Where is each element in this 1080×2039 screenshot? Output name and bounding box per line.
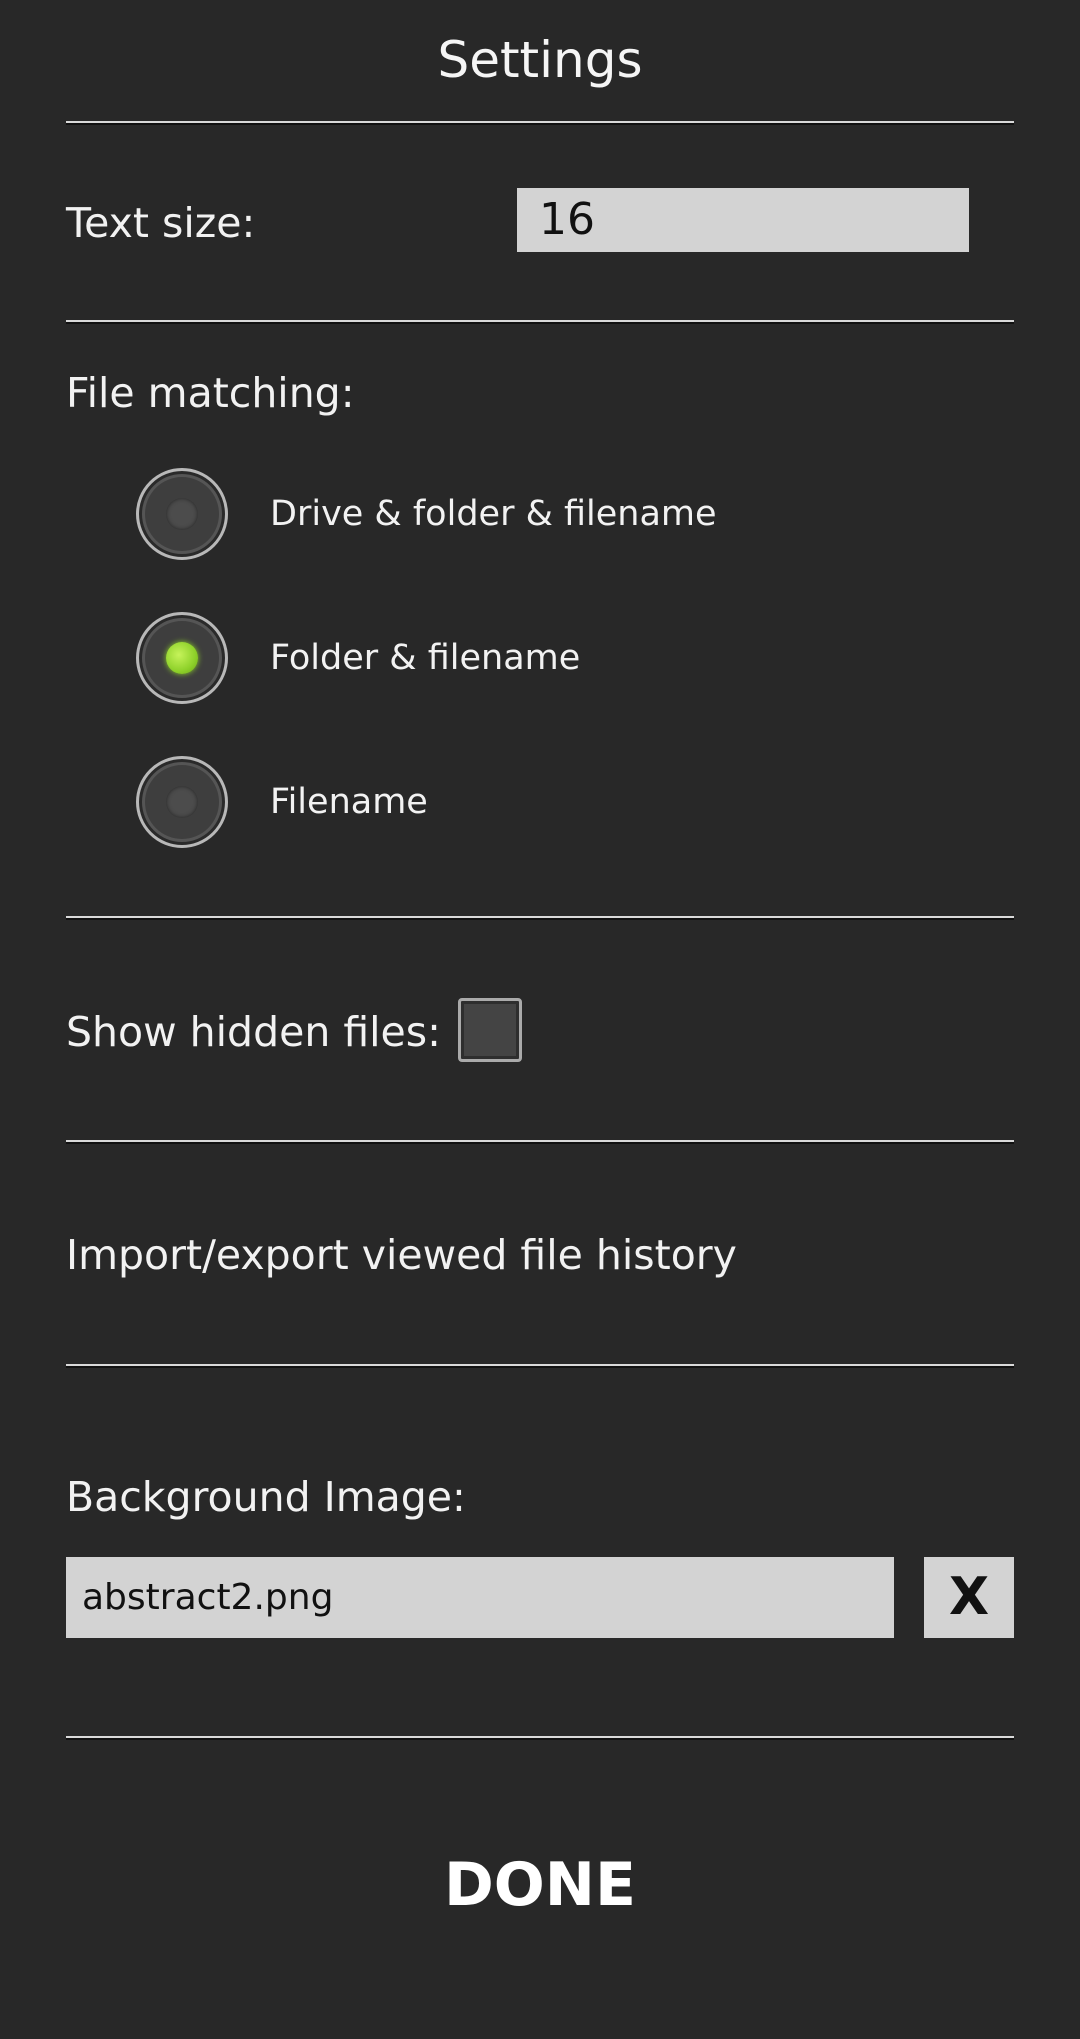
radio-option-label: Folder & filename — [270, 638, 581, 678]
text-size-input[interactable] — [517, 188, 969, 252]
text-size-label: Text size: — [66, 199, 256, 247]
background-image-label: Background Image: — [66, 1473, 466, 1521]
page-title: Settings — [437, 31, 643, 89]
radio-option-filename[interactable]: Filename — [136, 754, 836, 850]
radio-button[interactable] — [136, 612, 228, 704]
radio-indicator — [166, 786, 198, 818]
divider — [66, 1364, 1014, 1366]
divider — [66, 1736, 1014, 1738]
file-matching-label: File matching: — [66, 369, 355, 417]
import-export-history-link[interactable]: Import/export viewed file history — [66, 1229, 737, 1281]
radio-indicator — [166, 498, 198, 530]
show-hidden-files-checkbox[interactable] — [458, 998, 522, 1062]
show-hidden-files-label: Show hidden files: — [66, 1008, 441, 1056]
background-image-input[interactable] — [66, 1557, 894, 1638]
radio-option-folder-filename[interactable]: Folder & filename — [136, 610, 836, 706]
clear-background-button[interactable]: X — [924, 1557, 1014, 1638]
done-button[interactable]: DONE — [340, 1840, 740, 1930]
divider — [66, 320, 1014, 322]
divider — [66, 916, 1014, 918]
radio-option-label: Drive & folder & filename — [270, 494, 717, 534]
divider — [66, 121, 1014, 123]
radio-option-label: Filename — [270, 782, 428, 822]
radio-button[interactable] — [136, 468, 228, 560]
radio-button[interactable] — [136, 756, 228, 848]
divider — [66, 1140, 1014, 1142]
radio-indicator-selected — [166, 642, 198, 674]
radio-option-drive-folder-filename[interactable]: Drive & folder & filename — [136, 466, 836, 562]
